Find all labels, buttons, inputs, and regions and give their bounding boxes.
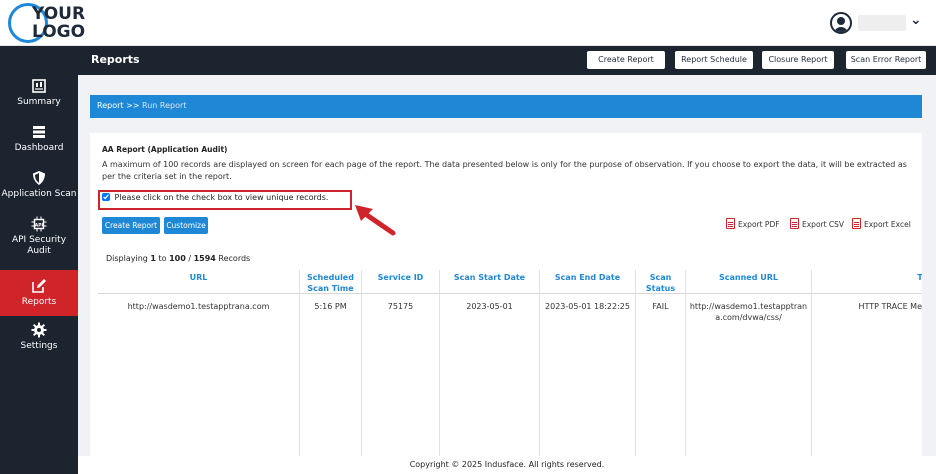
column-header-scan-start-date[interactable]: Scan Start Date	[440, 270, 539, 294]
cell-scan-end-date: 2023-05-01 18:22:25	[545, 302, 630, 311]
report-description: A maximum of 100 records are displayed o…	[102, 160, 907, 181]
logo-text: YOUR LOGO	[32, 5, 85, 41]
sidebar-item-label: Summary	[17, 97, 61, 107]
excel-file-icon	[852, 218, 861, 229]
cell-scanned-url: http://wasdemo1.testapptrana.com/dvwa/cs…	[689, 302, 808, 322]
gear-icon	[31, 322, 47, 338]
logo-line-2: LOGO	[32, 22, 86, 42]
export-pdf-label: Export PDF	[738, 220, 780, 229]
table-row[interactable]: http://wasdemo1.testapptrana.com 5:16 PM…	[98, 295, 922, 474]
records-table: URL Scheduled Scan Time Service ID Scan …	[98, 270, 922, 474]
column-header-scan-end-date[interactable]: Scan End Date	[540, 270, 635, 294]
cell-service-id: 75175	[387, 302, 414, 311]
export-excel-label: Export Excel	[864, 220, 911, 229]
customize-button[interactable]: Customize	[164, 217, 208, 234]
api-icon: API	[31, 216, 47, 232]
chevron-down-icon[interactable]: ⌄	[910, 12, 922, 28]
column-header-scheduled-scan-time[interactable]: Scheduled Scan Time	[300, 270, 361, 294]
export-pdf-link[interactable]: Export PDF	[726, 217, 780, 233]
page-header: Reports Create Report Report Schedule Cl…	[78, 46, 936, 75]
breadcrumb-report-link[interactable]: Report	[97, 101, 124, 110]
svg-text:API: API	[35, 222, 44, 228]
breadcrumb: Report >> Run Report	[90, 95, 922, 118]
column-header-scanned-url[interactable]: Scanned URL	[686, 270, 811, 294]
export-csv-label: Export CSV	[802, 220, 845, 229]
logo[interactable]: YOUR LOGO	[8, 3, 94, 43]
sidebar-item-dashboard[interactable]: Dashboard	[0, 124, 78, 170]
sidebar-item-label: Application Scan	[1, 189, 77, 199]
breadcrumb-current: Run Report	[142, 101, 187, 110]
column-header-service-id[interactable]: Service ID	[362, 270, 439, 294]
scan-error-report-button[interactable]: Scan Error Report	[846, 51, 926, 69]
create-report-header-button[interactable]: Create Report	[587, 51, 665, 69]
highlight-box	[98, 190, 352, 210]
footer: Copyright © 2025 Indusface. All rights r…	[78, 456, 936, 474]
column-header-title[interactable]: Titl	[812, 270, 922, 294]
dashboard-icon	[33, 126, 45, 138]
sidebar: Summary Dashboard Application Scan API A…	[0, 46, 78, 474]
breadcrumb-separator: >>	[126, 101, 140, 110]
sidebar-item-reports[interactable]: Reports	[0, 270, 78, 316]
table-header: URL Scheduled Scan Time Service ID Scan …	[98, 270, 922, 294]
main-content: Report >> Run Report AA Report (Applicat…	[78, 75, 936, 474]
summary-icon	[32, 79, 46, 93]
sidebar-item-settings[interactable]: Settings	[0, 322, 78, 368]
closure-report-button[interactable]: Closure Report	[762, 51, 834, 69]
record-count: Displaying 1 to 100 / 1594 Records	[106, 254, 251, 263]
export-csv-link[interactable]: Export CSV	[790, 217, 844, 233]
avatar-icon[interactable]	[830, 12, 852, 34]
page-title: Reports	[91, 53, 140, 66]
column-header-scan-status[interactable]: Scan Status	[636, 270, 685, 294]
cell-title: HTTP TRACE Me	[858, 302, 922, 311]
pdf-file-icon	[726, 218, 735, 229]
report-card: AA Report (Application Audit) A maximum …	[90, 133, 922, 474]
shield-icon	[33, 171, 45, 185]
column-header-url[interactable]: URL	[98, 270, 299, 294]
cell-url: http://wasdemo1.testapptrana.com	[127, 302, 270, 311]
sidebar-item-label: Reports	[21, 297, 57, 307]
export-excel-link[interactable]: Export Excel	[852, 217, 911, 233]
cell-scheduled-scan-time: 5:16 PM	[314, 302, 347, 311]
top-bar: YOUR LOGO ⌄	[0, 0, 936, 46]
sidebar-item-summary[interactable]: Summary	[0, 78, 78, 124]
user-menu[interactable]: ⌄	[830, 12, 926, 36]
sidebar-item-api-security-audit[interactable]: API API Security Audit	[0, 216, 78, 270]
logo-line-1: YOUR	[32, 4, 86, 24]
sidebar-item-label: Settings	[20, 341, 58, 351]
sidebar-item-application-scan[interactable]: Application Scan	[0, 170, 78, 216]
edit-icon	[32, 279, 46, 293]
report-title: AA Report (Application Audit)	[102, 145, 228, 154]
cell-scan-status: FAIL	[652, 302, 669, 311]
csv-file-icon	[790, 218, 799, 229]
sidebar-item-label: API Security Audit	[11, 235, 67, 256]
report-schedule-button[interactable]: Report Schedule	[675, 51, 753, 69]
cell-scan-start-date: 2023-05-01	[466, 302, 513, 311]
user-name-placeholder[interactable]	[858, 15, 906, 31]
create-report-button[interactable]: Create Report	[102, 217, 160, 234]
pointer-arrow-icon	[355, 205, 396, 236]
sidebar-item-label: Dashboard	[14, 143, 64, 153]
